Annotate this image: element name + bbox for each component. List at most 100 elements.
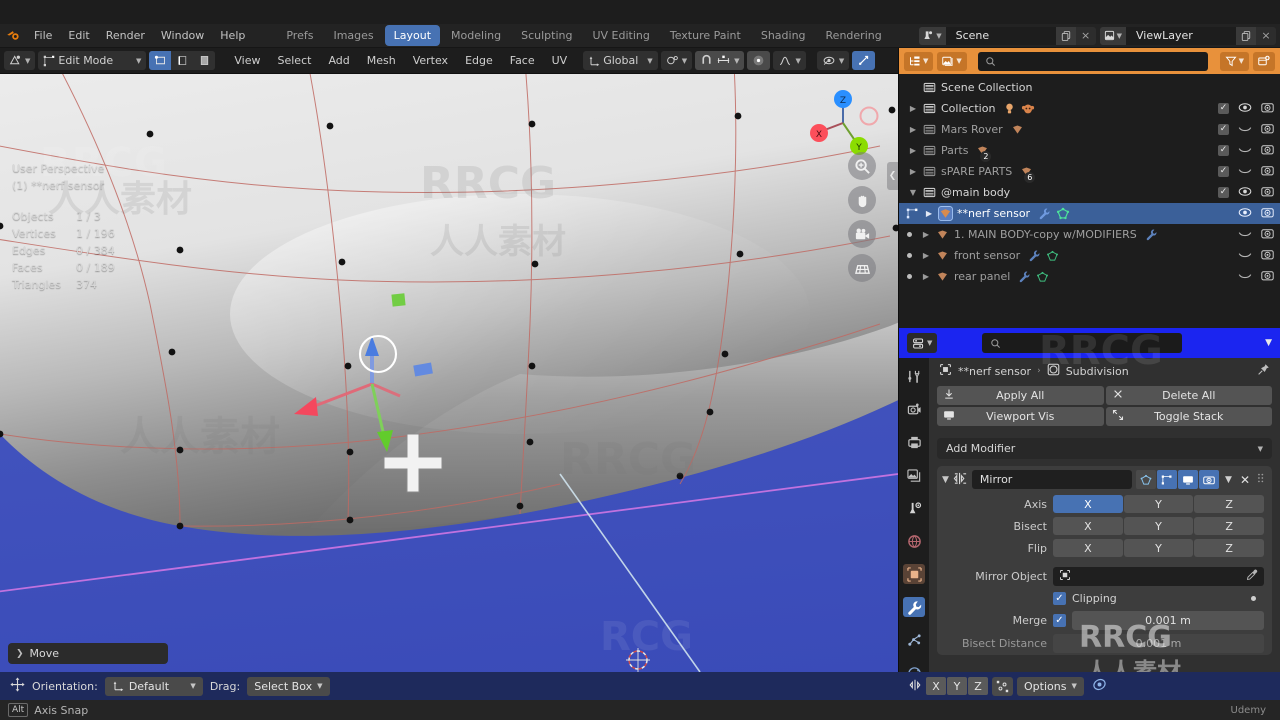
particles-icon[interactable] [903, 630, 925, 650]
menu-window[interactable]: Window [153, 26, 212, 45]
scene-icon[interactable]: ▼ [919, 26, 946, 45]
edit-mode-display-toggle[interactable] [1136, 470, 1157, 489]
options-dropdown[interactable]: Options ▼ [1017, 676, 1084, 696]
exclude-checkbox[interactable]: ✓ [1218, 166, 1229, 177]
scene-name-field[interactable]: Scene [945, 26, 1056, 45]
apply-all-button[interactable]: Apply All [937, 386, 1104, 405]
bisect-z-toggle[interactable]: Z [1194, 517, 1265, 535]
disable-in-renders-icon[interactable] [1261, 227, 1274, 242]
exclude-checkbox[interactable]: ✓ [1218, 124, 1229, 135]
exclude-checkbox[interactable]: ✓ [1218, 145, 1229, 156]
merge-value[interactable]: 0.001 m [1072, 611, 1264, 630]
outliner-row-spare-parts[interactable]: ▶ sPARE PARTS 6 ✓ [899, 161, 1280, 183]
disable-in-renders-icon[interactable] [1261, 143, 1274, 158]
tab-shading[interactable]: Shading [752, 25, 815, 46]
chevron-down-icon[interactable]: ▼ [1265, 338, 1272, 348]
new-view-layer-button[interactable] [1236, 26, 1256, 45]
menu-edit[interactable]: Edit [60, 26, 97, 45]
flip-z-toggle[interactable]: Z [1194, 539, 1265, 557]
tab-layout[interactable]: Layout [384, 25, 441, 46]
disable-in-renders-icon[interactable] [1261, 269, 1274, 284]
disclosure-triangle-icon[interactable]: ▶ [921, 209, 937, 218]
toggle-ortho-icon[interactable] [848, 254, 876, 282]
menu-help[interactable]: Help [212, 26, 253, 45]
disclosure-triangle-icon[interactable]: ▶ [918, 251, 934, 260]
toggle-stack-button[interactable]: Toggle Stack [1105, 407, 1272, 426]
viewport-menu-face[interactable]: Face [503, 51, 542, 70]
axis-x-toggle[interactable]: X [1053, 495, 1123, 513]
disable-in-renders-icon[interactable] [1261, 185, 1274, 200]
hide-in-viewport-icon[interactable] [1238, 186, 1252, 200]
axis-y-toggle[interactable]: Y [1123, 495, 1194, 513]
snap-vertex-icon[interactable] [992, 676, 1013, 696]
images-stack-icon[interactable] [903, 465, 925, 485]
editor-type-icon[interactable]: ▼ [4, 51, 36, 70]
tool-icon[interactable] [903, 366, 925, 386]
bisect-distance-value[interactable]: 0.001 m [1053, 634, 1264, 653]
viewport-menu-edge[interactable]: Edge [458, 51, 500, 70]
disclosure-triangle-icon[interactable]: ▶ [905, 104, 921, 113]
mirror-object-field[interactable] [1053, 567, 1264, 586]
hide-in-viewport-icon[interactable] [1238, 249, 1252, 263]
axis-z-toggle[interactable]: Z [1194, 495, 1265, 513]
disable-in-renders-icon[interactable] [1261, 122, 1274, 137]
exclude-checkbox[interactable]: ✓ [1218, 187, 1229, 198]
printer-ic' on[interactable] [903, 432, 925, 452]
camera-view-icon[interactable] [848, 220, 876, 248]
zoom-icon[interactable] [848, 152, 876, 180]
viewport-menu-add[interactable]: Add [321, 51, 356, 70]
eyedropper-icon[interactable] [1246, 569, 1258, 584]
realtime-display-toggle[interactable] [1178, 470, 1199, 489]
tab-modeling[interactable]: Modeling [442, 25, 510, 46]
hide-in-viewport-icon[interactable] [1238, 102, 1252, 116]
hide-in-viewport-icon[interactable] [1238, 144, 1252, 158]
disable-in-renders-icon[interactable] [1261, 248, 1274, 263]
merge-checkbox[interactable]: ✓ [1053, 614, 1066, 627]
hide-in-viewport-icon[interactable] [1238, 165, 1252, 179]
tab-texture-paint[interactable]: Texture Paint [661, 25, 750, 46]
viewport-menu-mesh[interactable]: Mesh [360, 51, 403, 70]
mode-selector[interactable]: Edit Mode ▼ [38, 51, 147, 70]
new-scene-button[interactable] [1055, 26, 1076, 45]
mirror-icon[interactable] [908, 678, 922, 695]
scene-cone-icon[interactable] [903, 498, 925, 518]
proportional-falloff-icon[interactable]: ▼ [773, 51, 806, 70]
tab-prefs[interactable]: Prefs [277, 25, 322, 46]
outliner-row-collection[interactable]: ▶ Collection ✓ [899, 98, 1280, 119]
properties-editor-icon[interactable]: ▼ [907, 333, 938, 353]
properties-editor[interactable]: ▼ ▼ **nerf sensor › Subdivision Apply Al… [898, 328, 1280, 720]
operator-redo-panel[interactable]: ❯ Move [8, 643, 168, 664]
disclosure-triangle-icon[interactable]: ▼ [905, 188, 921, 197]
grip-dots-icon[interactable] [1256, 472, 1267, 487]
outliner-row-front-sensor[interactable]: ▶ front sensor [899, 245, 1280, 266]
disclosure-triangle-icon[interactable]: ▶ [918, 230, 934, 239]
viewport-vis-button[interactable]: Viewport Vis [937, 407, 1104, 426]
disable-in-renders-icon[interactable] [1261, 206, 1274, 221]
tab-sculpting[interactable]: Sculpting [512, 25, 581, 46]
breadcrumb-object[interactable]: **nerf sensor [958, 365, 1031, 378]
blender-logo-icon[interactable] [0, 28, 26, 43]
remove-scene-button[interactable]: × [1075, 26, 1096, 45]
remove-view-layer-button[interactable]: × [1256, 26, 1276, 45]
properties-search-input[interactable] [981, 333, 1182, 353]
sidebar-toggle-arrow[interactable]: ❮ [887, 162, 898, 190]
mirror-axis-z[interactable]: Z [968, 677, 988, 695]
outliner-row-parts[interactable]: ▶ Parts 2 ✓ [899, 140, 1280, 162]
bisect-y-toggle[interactable]: Y [1123, 517, 1194, 535]
render-camera-icon[interactable] [903, 399, 925, 419]
visibility-icon[interactable]: ▼ [816, 51, 850, 70]
outliner-display-mode-icon[interactable]: ▼ [904, 51, 934, 71]
viewport-menu-view[interactable]: View [227, 51, 267, 70]
face-select-icon[interactable] [193, 51, 216, 70]
filter-funnel-icon[interactable]: ▼ [1219, 51, 1249, 71]
viewport-axis-gizmo[interactable]: Z X Y [806, 86, 880, 160]
outliner-row-main-body[interactable]: ▼ @main body ✓ [899, 182, 1280, 203]
viewport-menu-uv[interactable]: UV [545, 51, 575, 70]
outliner-row-mars-rover[interactable]: ▶ Mars Rover ✓ [899, 119, 1280, 140]
disclosure-triangle-icon[interactable]: ▶ [918, 272, 934, 281]
disclosure-triangle-icon[interactable]: ▶ [905, 125, 921, 134]
xray-toggle-icon[interactable] [852, 51, 876, 70]
new-collection-icon[interactable] [1252, 51, 1275, 71]
add-modifier-dropdown[interactable]: Add Modifier ▼ [937, 438, 1272, 459]
view-layer-name-field[interactable]: ViewLayer [1126, 26, 1236, 45]
